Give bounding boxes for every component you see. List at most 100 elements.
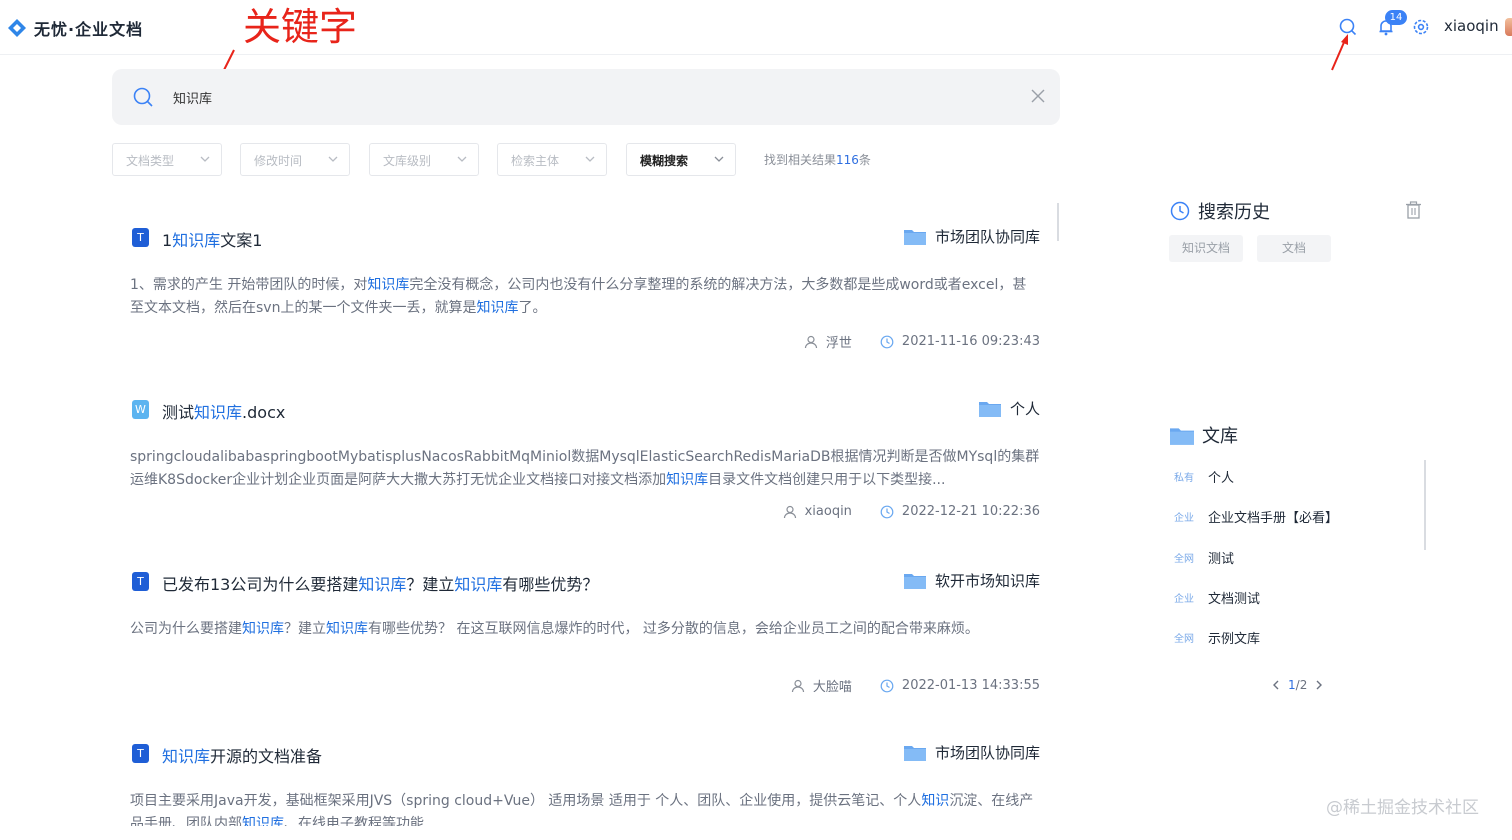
filter-modified-time[interactable]: 修改时间	[240, 143, 350, 176]
library-tag: 企业	[1174, 513, 1194, 524]
chevron-down-icon	[585, 156, 595, 162]
result-title[interactable]: 1知识库文案1	[162, 227, 262, 251]
filter-library-level[interactable]: 文库级别	[369, 143, 479, 176]
chevron-down-icon	[457, 156, 467, 162]
folder-icon	[903, 574, 926, 589]
chevron-right-icon[interactable]	[1313, 679, 1325, 691]
result-author: xiaoqin	[804, 504, 852, 519]
user-icon	[791, 679, 805, 692]
result-library[interactable]: 软开市场知识库	[903, 570, 1040, 591]
filter-label: 文档类型	[126, 154, 175, 168]
search-input[interactable]: 知识库	[173, 88, 212, 107]
result-meta: 浮世 2021-11-16 09:23:43	[804, 332, 1040, 351]
text-doc-icon: T	[132, 228, 149, 247]
result-author: 浮世	[825, 336, 852, 351]
avatar[interactable]	[1505, 18, 1512, 36]
result-item[interactable]: T 1知识库文案1 市场团队协同库 1、需求的产生 开始带团队的时候，对知识库完…	[130, 226, 1040, 356]
library-name: 文档测试	[1208, 592, 1261, 607]
library-name: 企业文档手册【必看】	[1208, 511, 1339, 526]
libraries-title: 文库	[1202, 426, 1238, 447]
watermark: @稀土掘金技术社区	[1326, 798, 1479, 818]
keyword-highlight: 知识库	[666, 472, 709, 488]
result-library[interactable]: 市场团队协同库	[903, 742, 1040, 763]
result-time: 2022-01-13 14:33:55	[901, 678, 1040, 693]
result-count-prefix: 找到相关结果	[764, 153, 837, 167]
username[interactable]: xiaoqin	[1444, 17, 1499, 35]
folder-icon	[903, 230, 926, 245]
library-item[interactable]: 企业 企业文档手册【必看】	[1174, 507, 1338, 526]
libraries-heading: 文库	[1170, 422, 1238, 448]
search-bar[interactable]: 知识库	[112, 69, 1060, 125]
keyword-highlight: 知识库	[242, 621, 284, 637]
annotation-arrow-icon	[1331, 34, 1348, 71]
result-title[interactable]: 测试知识库.docx	[162, 399, 285, 423]
logo-icon	[8, 19, 26, 37]
library-name: 示例文库	[1208, 632, 1261, 647]
filter-search-subject[interactable]: 检索主体	[497, 143, 607, 176]
results-scrollbar[interactable]	[1057, 203, 1059, 241]
filter-fuzzy-search[interactable]: 模糊搜索	[626, 143, 736, 176]
text-doc-icon: T	[132, 572, 149, 591]
result-count: 找到相关结果116条	[764, 151, 871, 168]
chevron-down-icon	[714, 156, 724, 162]
result-time: 2022-12-21 10:22:36	[901, 504, 1040, 519]
library-item[interactable]: 全网 示例文库	[1174, 628, 1260, 647]
folder-icon	[1170, 427, 1194, 445]
library-item[interactable]: 私有 个人	[1174, 467, 1234, 486]
library-item[interactable]: 全网 测试	[1174, 548, 1234, 567]
keyword-highlight: 知识库	[367, 277, 410, 293]
library-tag: 全网	[1174, 634, 1194, 645]
keyword-highlight: 知识库	[242, 816, 284, 826]
chevron-down-icon	[200, 156, 210, 162]
annotation-keyword-label: 关键字	[243, 5, 358, 49]
result-item[interactable]: T 已发布13公司为什么要搭建知识库？建立知识库有哪些优势？ 软开市场知识库 公…	[130, 570, 1040, 700]
result-snippet: 项目主要采用Java开发，基础框架采用JVS（spring cloud+Vue）…	[130, 790, 1040, 826]
chevron-left-icon[interactable]	[1270, 679, 1282, 691]
result-meta: xiaoqin 2022-12-21 10:22:36	[783, 504, 1040, 519]
result-title[interactable]: 知识库开源的文档准备	[162, 743, 322, 767]
filter-label: 文库级别	[383, 154, 432, 168]
gear-icon[interactable]	[1411, 17, 1431, 37]
result-item[interactable]: W 测试知识库.docx 个人 springcloudalibabaspring…	[130, 398, 1040, 528]
text-doc-icon: T	[132, 744, 149, 763]
result-count-number: 116	[836, 153, 859, 167]
filter-label: 检索主体	[511, 154, 560, 168]
history-chip[interactable]: 知识文档	[1169, 235, 1243, 262]
library-item[interactable]: 企业 文档测试	[1174, 588, 1260, 607]
clock-icon	[1170, 201, 1190, 221]
user-icon	[804, 335, 818, 348]
result-library[interactable]: 市场团队协同库	[903, 226, 1040, 247]
pager-current: 1	[1288, 678, 1296, 692]
library-name: 测试	[1208, 552, 1235, 567]
clock-icon	[880, 335, 894, 348]
top-bar: 无忧·企业文档 14 xiaoqin	[0, 0, 1512, 55]
libraries-scrollbar[interactable]	[1424, 460, 1426, 550]
filter-doc-type[interactable]: 文档类型	[112, 143, 222, 176]
library-tag: 全网	[1174, 554, 1194, 565]
notification-badge: 14	[1385, 10, 1407, 25]
result-author: 大脸喵	[812, 680, 852, 695]
folder-icon	[978, 402, 1001, 417]
result-snippet: springcloudalibabaspringbootMybatisplusN…	[130, 449, 1040, 488]
result-meta: 大脸喵 2022-01-13 14:33:55	[791, 676, 1040, 695]
chevron-down-icon	[328, 156, 338, 162]
library-tag: 私有	[1174, 473, 1194, 484]
pager-total: 2	[1299, 678, 1308, 692]
result-time: 2021-11-16 09:23:43	[901, 334, 1040, 349]
keyword-highlight: 知识	[921, 793, 950, 809]
keyword-highlight: 知识库	[326, 621, 368, 637]
result-library[interactable]: 个人	[978, 398, 1040, 419]
app-logo[interactable]: 无忧·企业文档	[6, 16, 143, 40]
keyword-highlight: 知识库	[476, 300, 519, 316]
result-title[interactable]: 已发布13公司为什么要搭建知识库？建立知识库有哪些优势？	[162, 571, 598, 595]
filter-label: 修改时间	[254, 154, 303, 168]
search-icon	[133, 87, 153, 107]
close-icon[interactable]	[1030, 88, 1046, 104]
clock-icon	[880, 505, 894, 518]
result-snippet: 公司为什么要搭建知识库？建立知识库有哪些优势？ 在这互联网信息爆炸的时代， 过多…	[130, 621, 979, 637]
result-count-suffix: 条	[858, 153, 871, 167]
search-history-title: 搜索历史	[1198, 202, 1270, 223]
trash-icon[interactable]	[1405, 201, 1422, 219]
result-item[interactable]: T 知识库开源的文档准备 市场团队协同库 项目主要采用Java开发，基础框架采用…	[130, 742, 1040, 826]
history-chip[interactable]: 文档	[1257, 235, 1331, 262]
